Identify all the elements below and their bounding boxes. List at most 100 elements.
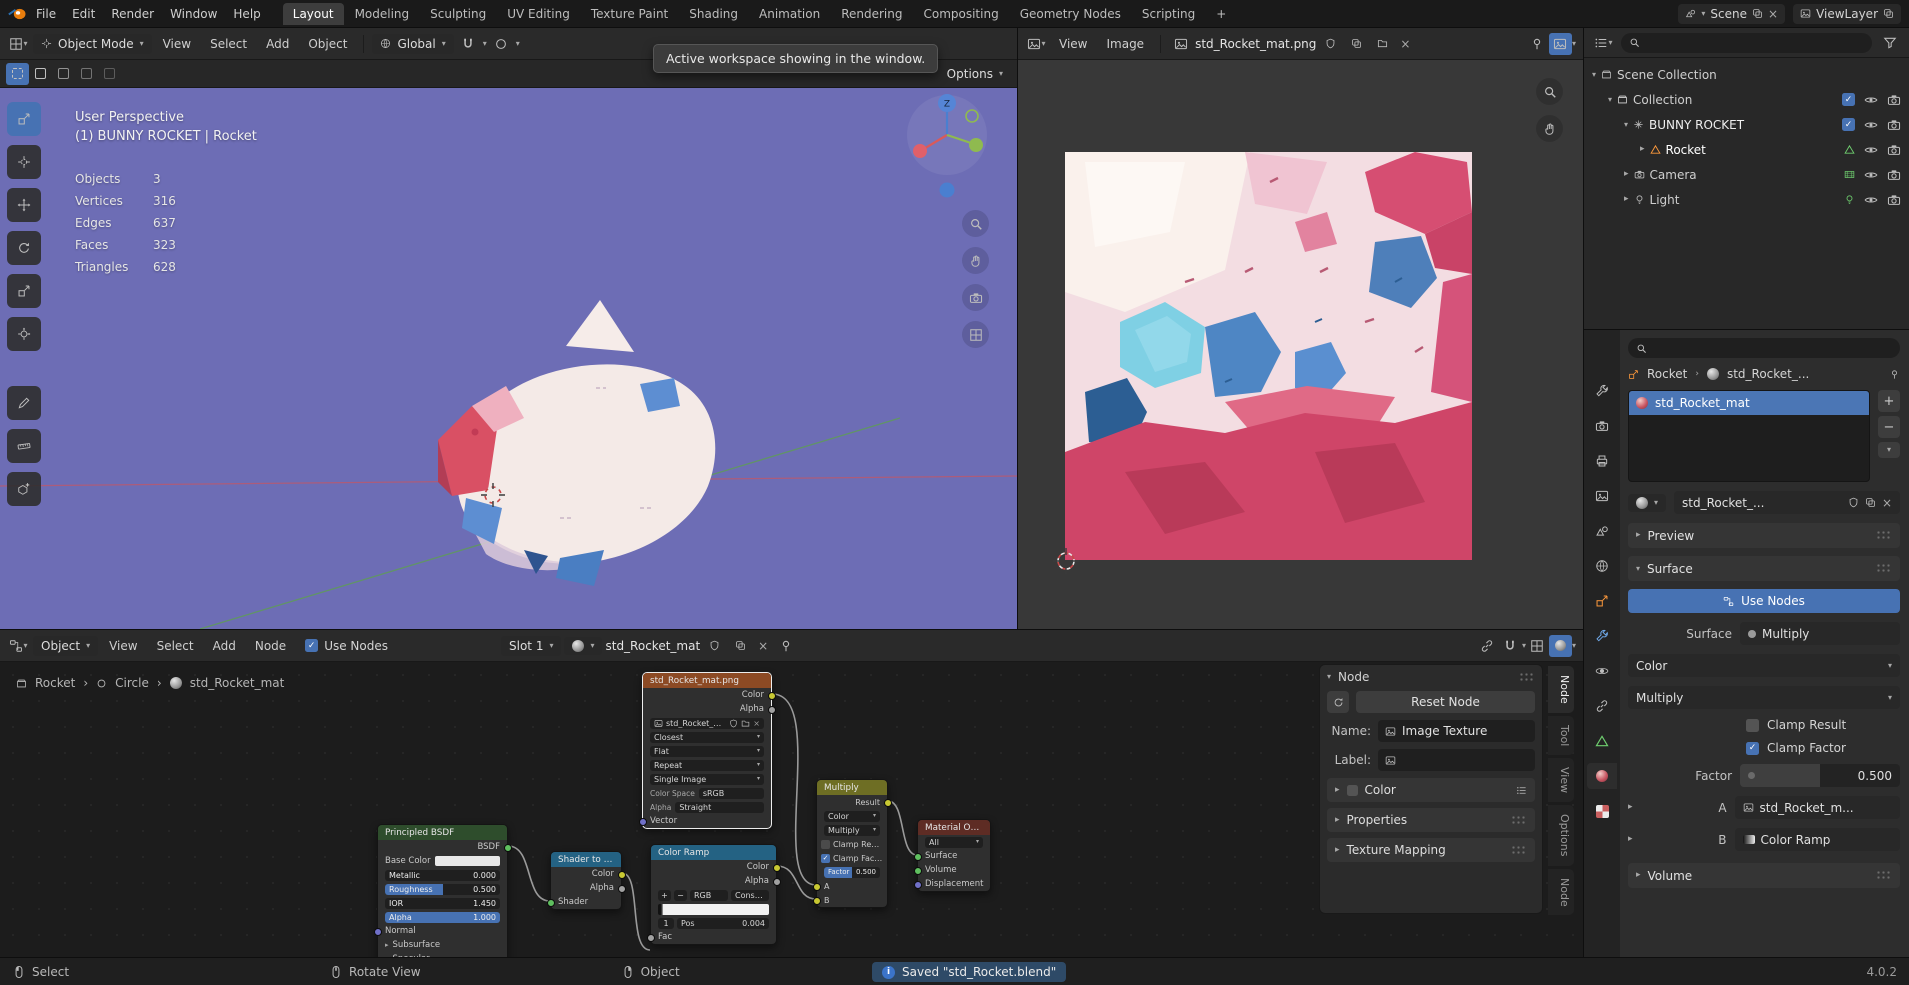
viewport-canvas[interactable]: User Perspective (1) BUNNY ROCKET | Rock… — [0, 88, 1017, 629]
fake-user-shield-icon[interactable] — [1319, 33, 1342, 55]
node-color-ramp[interactable]: Color Ramp Color Alpha + − RGB Constant … — [650, 844, 777, 945]
slot-specials-button[interactable]: ▾ — [1878, 442, 1900, 458]
use-nodes-button[interactable]: Use Nodes — [1628, 589, 1900, 613]
pin-icon[interactable] — [774, 635, 797, 657]
snap-options-chevron[interactable]: ▾ — [483, 40, 487, 48]
remove-stop-button[interactable]: − — [674, 890, 687, 901]
panel-grip[interactable] — [1519, 672, 1535, 683]
node-socket[interactable] — [374, 928, 382, 936]
shader-type-dropdown[interactable]: Object ▾ — [33, 636, 98, 656]
transform-orientation-dropdown[interactable]: Global ▾ — [372, 34, 453, 54]
disclosure-icon[interactable]: ▸ — [1640, 145, 1645, 154]
panel-color[interactable]: ▸ Color — [1327, 778, 1535, 802]
unlink-material-icon[interactable]: × — [755, 639, 771, 653]
panel-grip[interactable] — [1876, 870, 1892, 881]
tab-texture[interactable] — [1587, 798, 1617, 824]
node-socket[interactable] — [639, 818, 647, 826]
surface-shader-field[interactable]: Multiply — [1740, 622, 1900, 645]
hide-eye-icon[interactable] — [1864, 168, 1878, 182]
base-color-swatch[interactable] — [435, 856, 500, 866]
camera-view-icon[interactable] — [962, 284, 989, 311]
image-menu-image[interactable]: Image — [1098, 34, 1152, 54]
image-menu-view[interactable]: View — [1051, 34, 1095, 54]
node-mix-multiply[interactable]: Multiply Result Color▾ Multiply▾ Clamp R… — [816, 779, 888, 908]
metallic-slider[interactable]: Metallic0.000 — [385, 870, 500, 881]
interpolation-dropdown[interactable]: Closest▾ — [650, 732, 764, 743]
display-channels-icon[interactable] — [1549, 33, 1572, 55]
shader-node-canvas[interactable]: Rocket › Circle › std_Rocket_mat std_Roc… — [0, 662, 1583, 958]
projection-dropdown[interactable]: Flat▾ — [650, 746, 764, 757]
node-socket[interactable] — [618, 871, 626, 879]
node-shader-to-rgb[interactable]: Shader to RGB Color Alpha Shader — [550, 851, 622, 910]
menu-file[interactable]: File — [28, 4, 64, 24]
shader-menu-view[interactable]: View — [101, 636, 145, 656]
select-mode-intersect-button[interactable] — [98, 63, 121, 85]
tab-object[interactable] — [1587, 588, 1617, 614]
mix-data-type-dropdown[interactable]: Color▾ — [824, 811, 880, 822]
cursor-tool[interactable] — [7, 145, 41, 179]
overlays-icon[interactable] — [1526, 635, 1549, 657]
factor-slider[interactable]: 0.500 — [1740, 764, 1900, 787]
scale-tool[interactable] — [7, 274, 41, 308]
presets-list-icon[interactable] — [1516, 785, 1527, 796]
viewport-menu-object[interactable]: Object — [300, 34, 355, 54]
node-socket[interactable] — [768, 706, 776, 714]
node-socket[interactable] — [504, 844, 512, 852]
shader-menu-select[interactable]: Select — [149, 636, 202, 656]
select-mode-extend-button[interactable] — [29, 63, 52, 85]
colorspace-dropdown[interactable]: sRGB — [699, 788, 764, 799]
fake-user-shield-icon[interactable] — [729, 719, 738, 728]
scene-selector[interactable]: ▾ Scene × — [1678, 4, 1785, 24]
socket-expand-icon[interactable]: ▸ — [1628, 835, 1633, 844]
menu-help[interactable]: Help — [225, 4, 268, 24]
outliner-row-rocket[interactable]: ▸ Rocket — [1584, 137, 1909, 162]
zoom-icon[interactable] — [962, 210, 989, 237]
tab-constraints[interactable] — [1587, 693, 1617, 719]
sidebar-tab-options[interactable]: Options — [1548, 805, 1574, 865]
factor-slider[interactable]: Factor0.500 — [824, 867, 880, 878]
toggle-ortho-grid-icon[interactable] — [962, 321, 989, 348]
output-target-dropdown[interactable]: All▾ — [925, 837, 983, 848]
collection-checkbox[interactable]: ✓ — [1842, 93, 1855, 106]
tab-render[interactable] — [1587, 413, 1617, 439]
image-editor-canvas[interactable] — [1018, 60, 1583, 629]
unlink-scene-icon[interactable]: × — [1768, 7, 1778, 21]
node-socket[interactable] — [914, 881, 922, 889]
shading-options-chevron[interactable]: ▾ — [1572, 642, 1576, 650]
reset-node-button[interactable]: Reset Node — [1356, 691, 1535, 713]
clamp-result-checkbox[interactable] — [821, 840, 830, 849]
breadcrumb-data[interactable]: Circle — [115, 676, 149, 690]
add-slot-button[interactable]: + — [1878, 390, 1900, 412]
proportional-editing-icon[interactable] — [490, 33, 513, 55]
transform-tool[interactable] — [7, 317, 41, 351]
panel-node-header[interactable]: ▾ Node — [1327, 670, 1535, 684]
color-checkbox[interactable] — [1347, 785, 1358, 796]
breadcrumb-material[interactable]: std_Rocket_mat — [190, 676, 285, 690]
breadcrumb-object[interactable]: Rocket — [35, 676, 75, 690]
menu-window[interactable]: Window — [162, 4, 225, 24]
panel-properties[interactable]: ▸ Properties — [1327, 808, 1535, 832]
sidebar-tab-node-2[interactable]: Node — [1548, 869, 1574, 916]
viewport-menu-view[interactable]: View — [155, 34, 199, 54]
clamp-factor-checkbox[interactable]: ✓ — [1746, 742, 1759, 755]
browse-image-icon[interactable] — [1169, 33, 1192, 55]
parent-node-tree-icon[interactable] — [1476, 635, 1499, 657]
tab-scene[interactable] — [1587, 518, 1617, 544]
shader-menu-node[interactable]: Node — [247, 636, 294, 656]
a-input-field[interactable]: std_Rocket_m... — [1735, 796, 1900, 819]
stop-position-field[interactable]: Pos0.004 — [677, 918, 769, 929]
material-name[interactable]: std_Rocket_mat — [605, 639, 700, 653]
browse-material-dropdown[interactable]: ▾ — [564, 637, 602, 655]
disclosure-icon[interactable]: ▾ — [1608, 96, 1612, 104]
material-slot-list[interactable]: std_Rocket_mat — [1628, 390, 1870, 482]
stop-index-field[interactable]: 1 — [658, 918, 674, 929]
node-label-field[interactable] — [1378, 749, 1535, 771]
select-box-tool[interactable] — [7, 102, 41, 136]
workspace-tab-layout[interactable]: Layout — [283, 3, 344, 25]
panel-volume[interactable]: ▸ Volume — [1628, 863, 1900, 888]
node-socket[interactable] — [773, 864, 781, 872]
node-socket[interactable] — [884, 799, 892, 807]
mix-blend-mode-dropdown[interactable]: Multiply▾ — [824, 825, 880, 836]
workspace-tab-uv-editing[interactable]: UV Editing — [497, 3, 580, 25]
duplicate-material-icon[interactable] — [729, 635, 752, 657]
